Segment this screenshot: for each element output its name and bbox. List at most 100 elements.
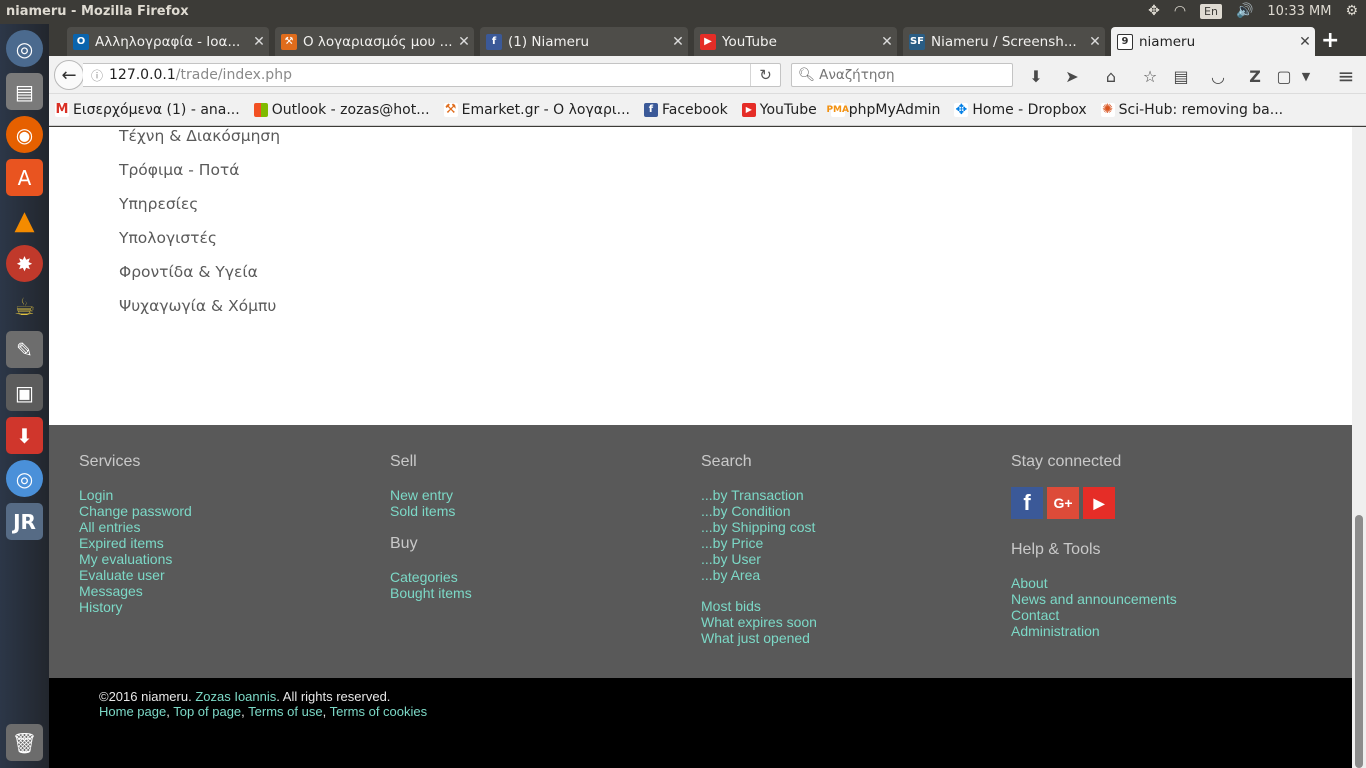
download-icon[interactable]: ⬇ bbox=[1025, 65, 1047, 87]
category-link[interactable]: Υπολογιστές bbox=[119, 221, 280, 255]
footer-link-history[interactable]: History bbox=[79, 599, 192, 615]
bookmark-emarket[interactable]: ⚒ Emarket.gr - Ο λογαρι... bbox=[443, 102, 630, 118]
download-icon[interactable]: ⬇ bbox=[6, 417, 43, 454]
footer-link-by-price[interactable]: ...by Price bbox=[701, 535, 817, 551]
footer-link-about[interactable]: About bbox=[1011, 575, 1177, 591]
footer-link-most-bids[interactable]: Most bids bbox=[701, 598, 817, 614]
google-plus-icon[interactable]: G+ bbox=[1047, 487, 1079, 519]
tab-youtube[interactable]: ▶ YouTube ✕ bbox=[694, 27, 897, 56]
emarket-icon: ⚒ bbox=[281, 33, 297, 50]
jr-icon[interactable]: JR bbox=[6, 503, 43, 540]
bookmark-facebook[interactable]: f Facebook bbox=[643, 102, 728, 118]
search-bar[interactable]: 🔍︎ bbox=[791, 63, 1013, 87]
keyboard-layout[interactable]: En bbox=[1200, 3, 1222, 19]
gimp-icon[interactable]: ✎ bbox=[6, 331, 43, 368]
footer-link-contact[interactable]: Contact bbox=[1011, 607, 1177, 623]
youtube-icon[interactable]: ▶ bbox=[1083, 487, 1115, 519]
new-tab-button[interactable]: + bbox=[1321, 28, 1339, 53]
send-icon[interactable]: ➤ bbox=[1061, 65, 1083, 87]
tab-niameru[interactable]: 9 niameru ✕ bbox=[1111, 27, 1315, 56]
home-page-link[interactable]: Home page bbox=[99, 704, 166, 719]
bookmark-dropbox[interactable]: ✥ Home - Dropbox bbox=[954, 102, 1087, 118]
footer-search: Search ...by Transaction ...by Condition… bbox=[701, 453, 817, 646]
bookmark-phpmyadmin[interactable]: PMA phpMyAdmin bbox=[826, 102, 940, 118]
bookmark-star-icon[interactable]: ☆ bbox=[1139, 65, 1161, 87]
category-link[interactable]: Υπηρεσίες bbox=[119, 187, 280, 221]
category-link[interactable]: Φροντίδα & Υγεία bbox=[119, 255, 280, 289]
top-of-page-link[interactable]: Top of page bbox=[173, 704, 241, 719]
search-input[interactable] bbox=[819, 67, 1010, 83]
page-icon[interactable]: ▢ bbox=[1273, 65, 1295, 87]
trash-icon[interactable]: 🗑 bbox=[6, 724, 43, 761]
pocket-icon[interactable]: ◡ bbox=[1207, 65, 1229, 87]
software-center-icon[interactable]: A bbox=[6, 159, 43, 196]
page-scrollbar[interactable] bbox=[1352, 127, 1366, 768]
reading-list-icon[interactable]: ▤ bbox=[1170, 65, 1192, 87]
footer-link-by-condition[interactable]: ...by Condition bbox=[701, 503, 817, 519]
bookmark-youtube[interactable]: ▶ YouTube bbox=[741, 102, 817, 118]
category-link[interactable]: Τρόφιμα - Ποτά bbox=[119, 153, 280, 187]
footer-link-categories[interactable]: Categories bbox=[390, 569, 472, 585]
home-icon[interactable]: ⌂ bbox=[1100, 65, 1122, 87]
terms-of-use-link[interactable]: Terms of use bbox=[248, 704, 322, 719]
footer-link-all-entries[interactable]: All entries bbox=[79, 519, 192, 535]
url-bar[interactable]: ⓘ 127.0.0.1/trade/index.php ↻ bbox=[83, 63, 781, 87]
footer-link-administration[interactable]: Administration bbox=[1011, 623, 1177, 639]
wifi-icon[interactable]: ◠ bbox=[1174, 3, 1186, 19]
chromium-icon[interactable]: ◎ bbox=[6, 460, 43, 497]
menu-icon[interactable]: ≡ bbox=[1335, 64, 1357, 88]
bookmark-outlook[interactable]: Outlook - zozas@hot... bbox=[253, 102, 430, 118]
bookmark-scihub[interactable]: ✺ Sci-Hub: removing ba... bbox=[1100, 102, 1283, 118]
vlc-icon[interactable]: ▲ bbox=[6, 202, 43, 239]
footer-link-change-password[interactable]: Change password bbox=[79, 503, 192, 519]
scrollbar-thumb[interactable] bbox=[1355, 515, 1363, 768]
tab-facebook[interactable]: f (1) Niameru ✕ bbox=[480, 27, 688, 56]
footer-link-by-shipping-cost[interactable]: ...by Shipping cost bbox=[701, 519, 817, 535]
app-icon[interactable]: ✸ bbox=[6, 245, 43, 282]
category-link[interactable]: Τέχνη & Διακόσμηση bbox=[119, 127, 280, 153]
dropbox-icon[interactable]: ✥ bbox=[1148, 3, 1160, 19]
reload-icon[interactable]: ↻ bbox=[750, 64, 780, 86]
footer-link-login[interactable]: Login bbox=[79, 487, 192, 503]
close-icon[interactable]: ✕ bbox=[249, 34, 269, 50]
back-button[interactable]: ← bbox=[54, 60, 84, 90]
footer-link-by-transaction[interactable]: ...by Transaction bbox=[701, 487, 817, 503]
firefox-icon[interactable]: ◉ bbox=[6, 116, 43, 153]
clock[interactable]: 10:33 MM bbox=[1267, 4, 1331, 19]
terms-of-cookies-link[interactable]: Terms of cookies bbox=[330, 704, 428, 719]
tab-outlook[interactable]: O Αλληλογραφία - Ιοα... ✕ bbox=[67, 27, 269, 56]
facebook-icon[interactable]: f bbox=[1011, 487, 1043, 519]
category-link[interactable]: Ψυχαγωγία & Χόμπυ bbox=[119, 289, 280, 323]
footer-link-news[interactable]: News and announcements bbox=[1011, 591, 1177, 607]
footer-link-just-opened[interactable]: What just opened bbox=[701, 630, 817, 646]
bookmark-gmail[interactable]: M Εισερχόμενα (1) - ana... bbox=[55, 102, 240, 118]
footer-link-expires-soon[interactable]: What expires soon bbox=[701, 614, 817, 630]
close-icon[interactable]: ✕ bbox=[1085, 34, 1105, 50]
footer-link-expired-items[interactable]: Expired items bbox=[79, 535, 192, 551]
footer-link-new-entry[interactable]: New entry bbox=[390, 487, 472, 503]
files-icon[interactable]: ▤ bbox=[6, 73, 43, 110]
footer-link-my-evaluations[interactable]: My evaluations bbox=[79, 551, 192, 567]
footer-link-messages[interactable]: Messages bbox=[79, 583, 192, 599]
close-icon[interactable]: ✕ bbox=[454, 34, 474, 50]
footer-link-by-area[interactable]: ...by Area bbox=[701, 567, 817, 583]
settings-gear-icon[interactable]: ⚙ bbox=[1345, 3, 1358, 19]
volume-icon[interactable]: 🔊 bbox=[1236, 3, 1253, 19]
app-icon[interactable]: ☕ bbox=[6, 288, 43, 325]
author-link[interactable]: Zozas Ioannis bbox=[195, 689, 276, 704]
zotero-icon[interactable]: Z bbox=[1244, 65, 1266, 87]
tab-sourceforge[interactable]: SF Niameru / Screensh... ✕ bbox=[903, 27, 1105, 56]
footer-link-by-user[interactable]: ...by User bbox=[701, 551, 817, 567]
footer-link-evaluate-user[interactable]: Evaluate user bbox=[79, 567, 192, 583]
dash-icon[interactable]: ◎ bbox=[6, 30, 43, 67]
disk-icon[interactable]: ▣ bbox=[6, 374, 43, 411]
footer-link-bought-items[interactable]: Bought items bbox=[390, 585, 472, 601]
close-icon[interactable]: ✕ bbox=[668, 34, 688, 50]
copyright-prefix: ©2016 niameru. bbox=[99, 689, 192, 704]
close-icon[interactable]: ✕ bbox=[877, 34, 897, 50]
footer-link-sold-items[interactable]: Sold items bbox=[390, 503, 472, 519]
chevron-down-icon[interactable]: ▼ bbox=[1295, 65, 1317, 87]
close-icon[interactable]: ✕ bbox=[1295, 34, 1315, 50]
info-icon[interactable]: ⓘ bbox=[91, 67, 109, 84]
tab-emarket[interactable]: ⚒ Ο λογαριασμός μου ... ✕ bbox=[275, 27, 474, 56]
